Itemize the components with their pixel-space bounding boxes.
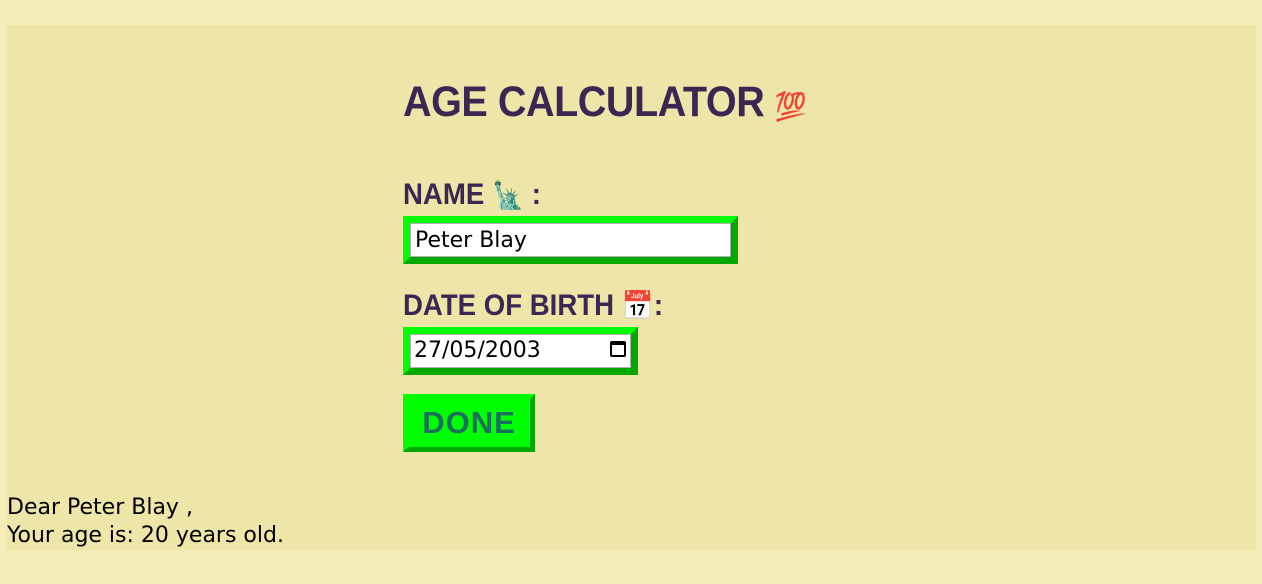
- greeting-name: Peter Blay: [67, 495, 179, 520]
- greeting-suffix: ,: [185, 495, 193, 520]
- done-button[interactable]: DONE: [403, 394, 535, 452]
- hundred-points-icon: 💯: [774, 91, 807, 122]
- dob-label: DATE OF BIRTH 📅:: [403, 288, 663, 324]
- result-message: Dear Peter Blay , Your age is: 20 years …: [7, 494, 284, 550]
- name-input-frame: [403, 216, 738, 264]
- name-label-colon: :: [531, 178, 541, 211]
- dob-label-colon: :: [653, 289, 664, 322]
- age-line: Your age is: 20 years old.: [7, 523, 284, 548]
- greeting-prefix: Dear: [7, 495, 61, 520]
- statue-of-liberty-icon: 🗽: [491, 179, 525, 210]
- name-label: NAME 🗽 :: [403, 177, 541, 213]
- dob-input[interactable]: 27/05/2003: [410, 334, 631, 368]
- title-text: AGE CALCULATOR: [403, 78, 765, 126]
- name-label-text: NAME: [403, 178, 485, 211]
- dob-label-text: DATE OF BIRTH: [403, 289, 615, 322]
- dob-input-frame: 27/05/2003: [403, 327, 638, 375]
- name-input[interactable]: [410, 223, 731, 257]
- page-title: AGE CALCULATOR 💯: [403, 77, 807, 132]
- dob-value: 27/05/2003: [414, 338, 541, 363]
- calendar-icon[interactable]: [610, 341, 626, 357]
- age-calculator-card: AGE CALCULATOR 💯 NAME 🗽 : DATE OF BIRTH …: [7, 25, 1256, 550]
- greeting-line: Dear Peter Blay ,: [7, 494, 284, 522]
- calendar-emoji-icon: 📅: [621, 290, 654, 321]
